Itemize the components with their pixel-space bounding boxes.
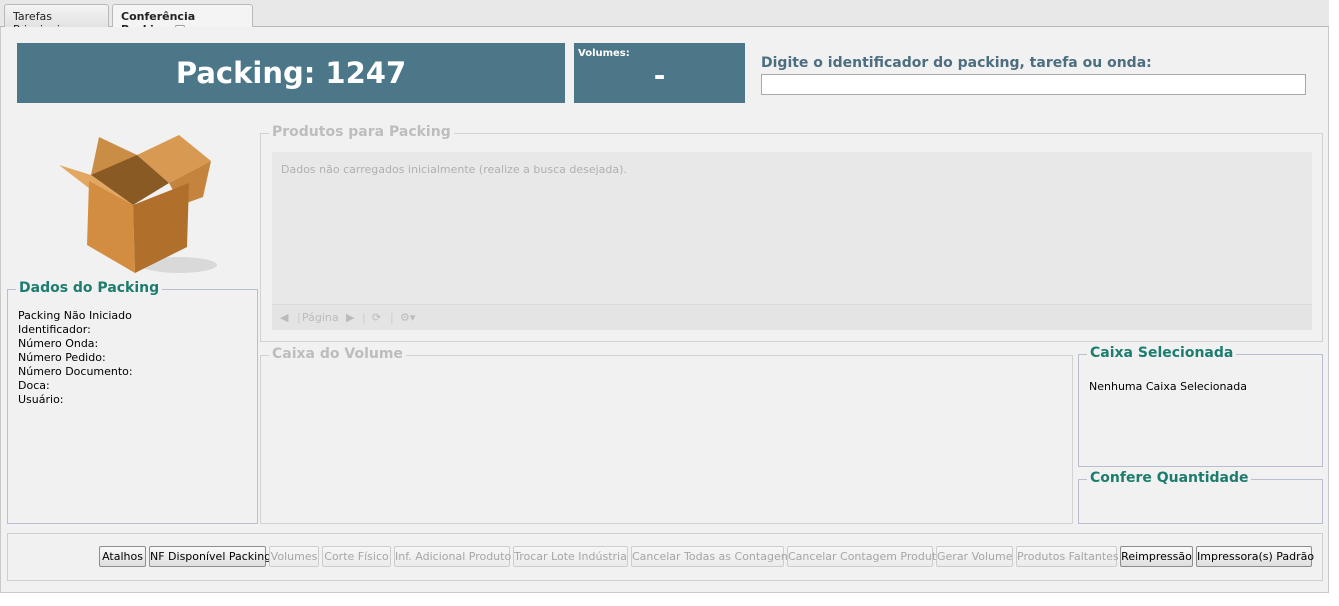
caixa-volume-panel: Caixa do Volume (260, 346, 1073, 524)
cancelar-contagem-produto-button[interactable]: Cancelar Contagem Produto (787, 546, 943, 567)
dados-packing-panel: Dados do Packing Packing Não Iniciado Id… (7, 280, 258, 524)
confere-quantidade-legend: Confere Quantidade (1087, 470, 1252, 486)
dados-numero-documento: Número Documento: (18, 365, 133, 378)
reimpressao-button[interactable]: Reimpressão (1120, 546, 1193, 567)
cancelar-todas-contagens-button[interactable]: Cancelar Todas as Contagens (631, 546, 793, 567)
search-input[interactable] (761, 74, 1306, 95)
pager-separator: | (362, 311, 366, 324)
dados-numero-onda: Número Onda: (18, 337, 99, 350)
caixa-selecionada-panel: Caixa Selecionada Nenhuma Caixa Selecion… (1078, 345, 1323, 467)
next-page-icon[interactable]: ▶ (346, 311, 354, 324)
first-page-icon[interactable]: ◀ (280, 311, 288, 324)
pager-page-label: Página (302, 311, 339, 324)
tab-conferencia-packing[interactable]: Conferência Packing× (112, 4, 253, 36)
dados-numero-pedido: Número Pedido: (18, 351, 106, 364)
volumes-value: - (653, 59, 666, 92)
inf-adicional-produto-button[interactable]: Inf. Adicional Produto (394, 546, 511, 567)
tab-bar: Tarefas Principais Conferência Packing× (0, 0, 1329, 36)
grid-empty-message: Dados não carregados inicialmente (reali… (281, 163, 627, 176)
volumes-button[interactable]: Volumes (269, 546, 319, 567)
dados-usuario: Usuário: (18, 393, 64, 406)
nf-disponivel-packing-button[interactable]: NF Disponível Packing (149, 546, 271, 567)
volumes-panel: Volumes: - (574, 43, 745, 103)
main-panel: Packing: 1247 Volumes: - Digite o identi… (0, 27, 1329, 593)
dados-doca: Doca: (18, 379, 50, 392)
corte-fisico-button[interactable]: Corte Físico (322, 546, 391, 567)
tab-tarefas-principais[interactable]: Tarefas Principais (4, 4, 109, 36)
caixa-selecionada-text: Nenhuma Caixa Selecionada (1089, 380, 1247, 393)
settings-gear-icon[interactable]: ⚙▾ (400, 311, 415, 324)
caixa-selecionada-legend: Caixa Selecionada (1087, 345, 1237, 361)
search-label: Digite o identificador do packing, taref… (761, 55, 1152, 71)
action-toolbar: Atalhos NF Disponível Packing Volumes Co… (7, 533, 1323, 581)
produtos-packing-legend: Produtos para Packing (269, 124, 454, 140)
produtos-faltantes-button[interactable]: Produtos Faltantes (1016, 546, 1119, 567)
caixa-volume-legend: Caixa do Volume (269, 346, 406, 362)
produtos-grid: Dados não carregados inicialmente (reali… (272, 152, 1312, 304)
packing-title: Packing: 1247 (17, 43, 565, 103)
dados-packing-list: Packing Não Iniciado Identificador: Núme… (18, 309, 133, 407)
trocar-lote-industria-button[interactable]: Trocar Lote Indústria (513, 546, 628, 567)
produtos-packing-panel: Produtos para Packing Dados não carregad… (260, 124, 1323, 342)
gerar-volume-button[interactable]: Gerar Volume (936, 546, 1013, 567)
refresh-icon[interactable]: ⟳ (372, 311, 381, 324)
impressoras-padrao-button[interactable]: Impressora(s) Padrão (1196, 546, 1314, 567)
confere-quantidade-panel: Confere Quantidade (1078, 470, 1323, 524)
dados-identificador: Identificador: (18, 323, 91, 336)
pager-separator: | (297, 311, 301, 324)
volumes-label: Volumes: (578, 48, 630, 59)
dados-packing-legend: Dados do Packing (16, 280, 163, 296)
cardboard-box-icon (59, 135, 217, 273)
grid-pager: ◀ | Página ▶ | ⟳ | ⚙▾ (272, 304, 1312, 330)
dados-status: Packing Não Iniciado (18, 309, 132, 322)
pager-separator: | (390, 311, 394, 324)
atalhos-button[interactable]: Atalhos (99, 546, 146, 567)
